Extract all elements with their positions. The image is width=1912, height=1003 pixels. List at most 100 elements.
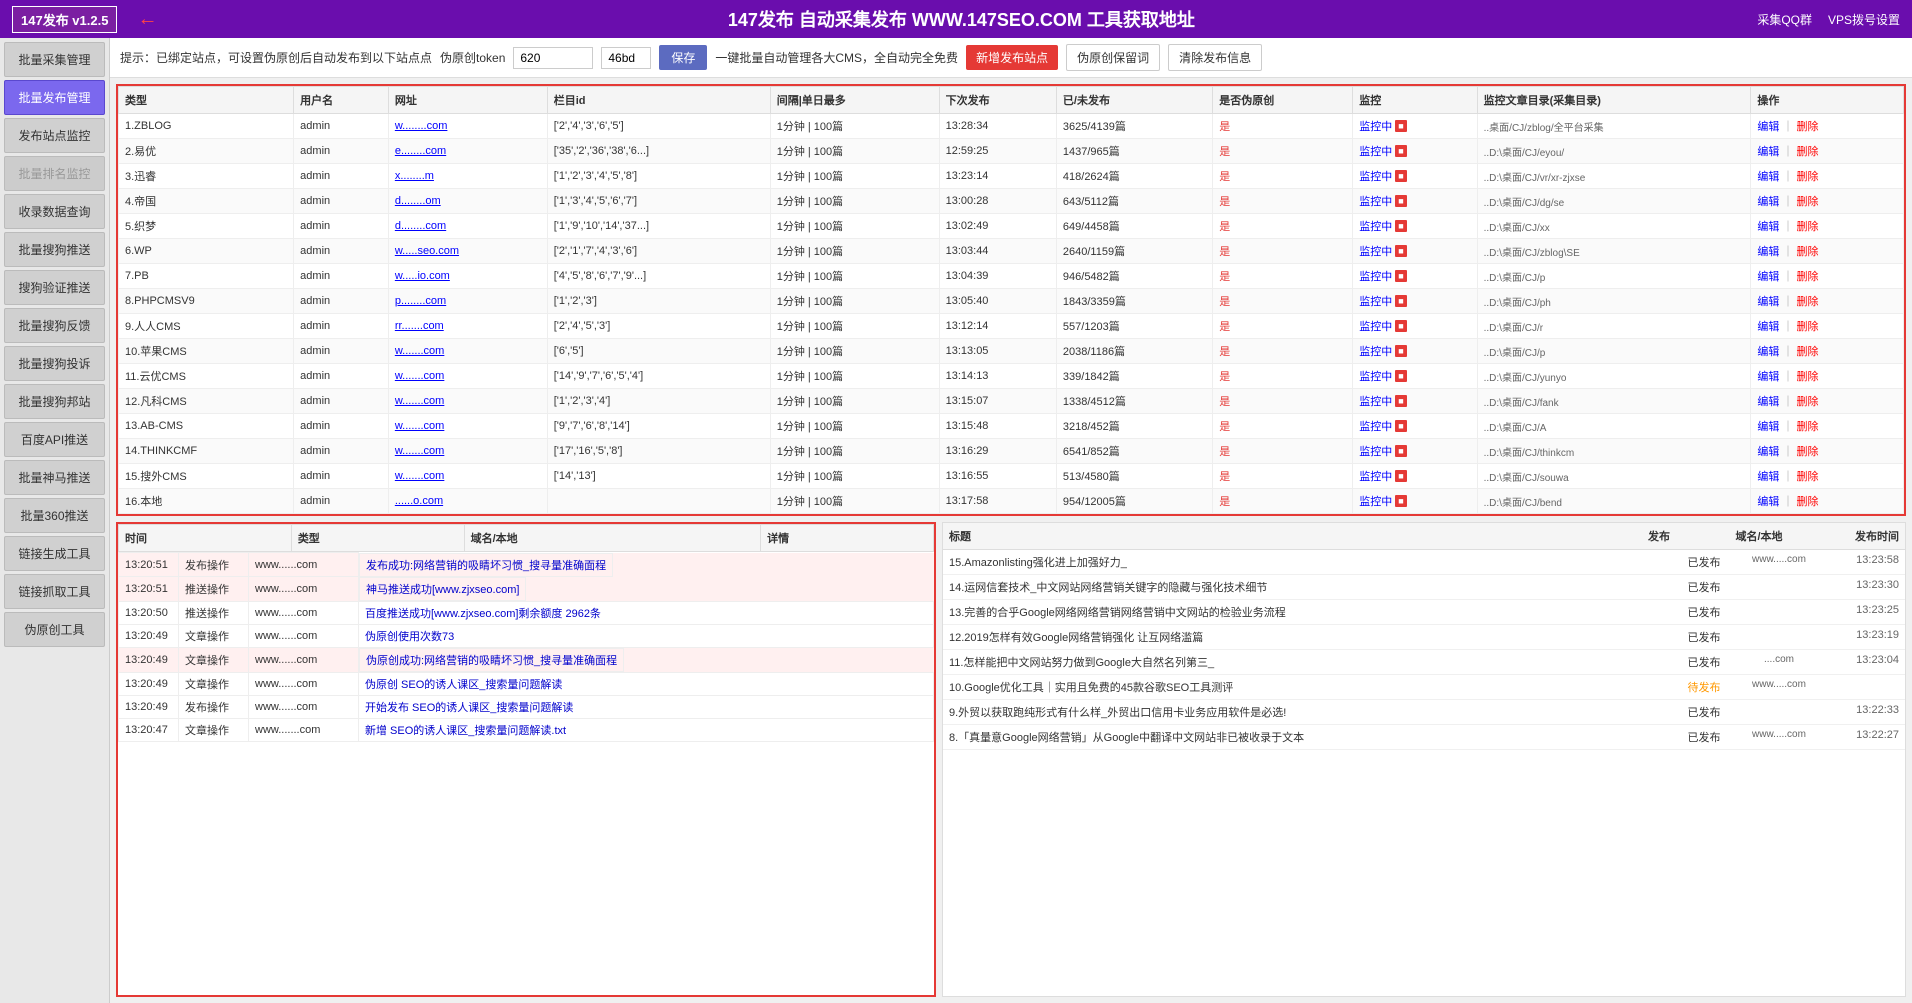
cell-monitor[interactable]: 监控中 ■ (1353, 189, 1477, 214)
pub-title[interactable]: 12.2019怎样有效Google网络营销强化 让互网络滥篇 (949, 629, 1679, 645)
cell-monitor[interactable]: 监控中 ■ (1353, 114, 1477, 139)
monitor-link[interactable]: 监控中 (1359, 218, 1392, 234)
qq-group-link[interactable]: 采集QQ群 (1757, 11, 1812, 28)
token-input[interactable] (513, 47, 593, 69)
cell-monitor[interactable]: 监控中 ■ (1353, 264, 1477, 289)
pub-title[interactable]: 15.Amazonlisting强化进上加强好力_ (949, 554, 1679, 570)
monitor-link[interactable]: 监控中 (1359, 493, 1392, 509)
del-action[interactable]: 删除 (1797, 121, 1819, 133)
cell-monitor[interactable]: 监控中 ■ (1353, 289, 1477, 314)
edit-action[interactable]: 编辑 (1757, 146, 1779, 158)
edit-action[interactable]: 编辑 (1757, 321, 1779, 333)
monitor-icon[interactable]: ■ (1395, 445, 1406, 457)
del-action[interactable]: 删除 (1797, 171, 1819, 183)
monitor-link[interactable]: 监控中 (1359, 443, 1392, 459)
edit-action[interactable]: 编辑 (1757, 471, 1779, 483)
edit-action[interactable]: 编辑 (1757, 346, 1779, 358)
log-detail[interactable]: 开始发布 SEO的诱人课区_搜索量问题解读 (359, 695, 934, 718)
cell-monitor[interactable]: 监控中 ■ (1353, 239, 1477, 264)
log-detail[interactable]: 伪原创成功:网络营销的吸睛坏习惯_搜寻量准确面程 (359, 648, 624, 672)
del-action[interactable]: 删除 (1797, 471, 1819, 483)
pub-title[interactable]: 11.怎样能把中文网站努力做到Google大自然名列第三_ (949, 654, 1679, 670)
num-input[interactable] (601, 47, 651, 69)
edit-action[interactable]: 编辑 (1757, 371, 1779, 383)
sidebar-item-10[interactable]: 百度API推送 (4, 422, 105, 457)
monitor-link[interactable]: 监控中 (1359, 143, 1392, 159)
del-action[interactable]: 删除 (1797, 196, 1819, 208)
monitor-link[interactable]: 监控中 (1359, 293, 1392, 309)
monitor-link[interactable]: 监控中 (1359, 418, 1392, 434)
edit-action[interactable]: 编辑 (1757, 296, 1779, 308)
edit-action[interactable]: 编辑 (1757, 496, 1779, 508)
sidebar-item-8[interactable]: 批量搜狗投诉 (4, 346, 105, 381)
monitor-icon[interactable]: ■ (1395, 295, 1406, 307)
monitor-link[interactable]: 监控中 (1359, 268, 1392, 284)
sidebar-item-7[interactable]: 批量搜狗反馈 (4, 308, 105, 343)
monitor-icon[interactable]: ■ (1395, 195, 1406, 207)
del-action[interactable]: 删除 (1797, 496, 1819, 508)
edit-action[interactable]: 编辑 (1757, 221, 1779, 233)
log-detail[interactable]: 新增 SEO的诱人课区_搜索量问题解读.txt (359, 718, 934, 741)
sidebar-item-12[interactable]: 批量360推送 (4, 498, 105, 533)
edit-action[interactable]: 编辑 (1757, 396, 1779, 408)
sidebar-item-15[interactable]: 伪原创工具 (4, 612, 105, 647)
new-site-button[interactable]: 新增发布站点 (966, 45, 1058, 70)
cell-monitor[interactable]: 监控中 ■ (1353, 314, 1477, 339)
monitor-link[interactable]: 监控中 (1359, 193, 1392, 209)
log-detail[interactable]: 发布成功:网络营销的吸睛坏习惯_搜寻量准确面程 (359, 553, 613, 577)
cell-monitor[interactable]: 监控中 ■ (1353, 439, 1477, 464)
cell-monitor[interactable]: 监控中 ■ (1353, 489, 1477, 514)
monitor-link[interactable]: 监控中 (1359, 368, 1392, 384)
sidebar-item-9[interactable]: 批量搜狗邦站 (4, 384, 105, 419)
save-button[interactable]: 保存 (659, 45, 707, 70)
del-action[interactable]: 删除 (1797, 296, 1819, 308)
pub-title[interactable]: 14.运网信套技术_中文网站网络营销关键字的隐藏与强化技术细节 (949, 579, 1679, 595)
sidebar-item-2[interactable]: 发布站点监控 (4, 118, 105, 153)
edit-action[interactable]: 编辑 (1757, 121, 1779, 133)
pub-title[interactable]: 8.「真量意Google网络营销」从Google中翻译中文网站非已被收录于文本 (949, 729, 1679, 745)
monitor-icon[interactable]: ■ (1395, 270, 1406, 282)
sidebar-item-0[interactable]: 批量采集管理 (4, 42, 105, 77)
pub-title[interactable]: 10.Google优化工具｜实用且免费的45款谷歌SEO工具测评 (949, 679, 1679, 695)
del-action[interactable]: 删除 (1797, 271, 1819, 283)
monitor-link[interactable]: 监控中 (1359, 318, 1392, 334)
monitor-link[interactable]: 监控中 (1359, 393, 1392, 409)
monitor-link[interactable]: 监控中 (1359, 468, 1392, 484)
monitor-icon[interactable]: ■ (1395, 145, 1406, 157)
cell-monitor[interactable]: 监控中 ■ (1353, 464, 1477, 489)
cell-monitor[interactable]: 监控中 ■ (1353, 139, 1477, 164)
edit-action[interactable]: 编辑 (1757, 271, 1779, 283)
sidebar-item-14[interactable]: 链接抓取工具 (4, 574, 105, 609)
cell-monitor[interactable]: 监控中 ■ (1353, 364, 1477, 389)
log-detail[interactable]: 百度推送成功[www.zjxseo.com]剩余额度 2962条 (359, 601, 934, 624)
clear-info-button[interactable]: 清除发布信息 (1168, 44, 1262, 71)
edit-action[interactable]: 编辑 (1757, 196, 1779, 208)
del-action[interactable]: 删除 (1797, 396, 1819, 408)
edit-action[interactable]: 编辑 (1757, 446, 1779, 458)
edit-action[interactable]: 编辑 (1757, 246, 1779, 258)
monitor-icon[interactable]: ■ (1395, 495, 1406, 507)
pub-title[interactable]: 9.外贸以获取跑纯形式有什么样_外贸出口信用卡业务应用软件是必选! (949, 704, 1679, 720)
del-action[interactable]: 删除 (1797, 246, 1819, 258)
monitor-link[interactable]: 监控中 (1359, 168, 1392, 184)
monitor-link[interactable]: 监控中 (1359, 118, 1392, 134)
monitor-icon[interactable]: ■ (1395, 320, 1406, 332)
del-action[interactable]: 删除 (1797, 446, 1819, 458)
monitor-icon[interactable]: ■ (1395, 120, 1406, 132)
cell-monitor[interactable]: 监控中 ■ (1353, 164, 1477, 189)
monitor-icon[interactable]: ■ (1395, 170, 1406, 182)
monitor-icon[interactable]: ■ (1395, 470, 1406, 482)
pub-title[interactable]: 13.完善的合乎Google网络网络营销网络营销中文网站的检验业务流程 (949, 604, 1679, 620)
sidebar-item-6[interactable]: 搜狗验证推送 (4, 270, 105, 305)
log-detail[interactable]: 伪原创 SEO的诱人课区_搜索量问题解读 (359, 672, 934, 695)
monitor-icon[interactable]: ■ (1395, 420, 1406, 432)
vps-setting-link[interactable]: VPS拨号设置 (1828, 11, 1900, 28)
cell-monitor[interactable]: 监控中 ■ (1353, 214, 1477, 239)
del-action[interactable]: 删除 (1797, 346, 1819, 358)
sidebar-item-4[interactable]: 收录数据查询 (4, 194, 105, 229)
del-action[interactable]: 删除 (1797, 321, 1819, 333)
sidebar-item-11[interactable]: 批量神马推送 (4, 460, 105, 495)
monitor-icon[interactable]: ■ (1395, 395, 1406, 407)
log-detail[interactable]: 伪原创使用次数73 (359, 624, 934, 647)
monitor-icon[interactable]: ■ (1395, 345, 1406, 357)
